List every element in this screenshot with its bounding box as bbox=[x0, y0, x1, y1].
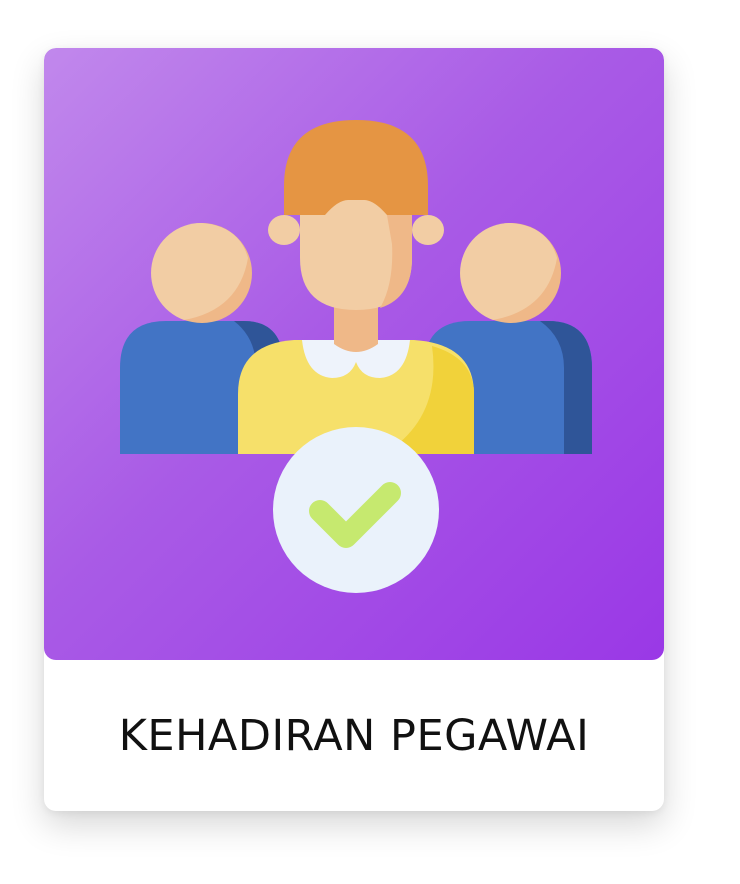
center-person-icon bbox=[238, 120, 474, 454]
employee-attendance-icon bbox=[120, 120, 592, 593]
employee-attendance-tile[interactable]: KEHADIRAN PEGAWAI bbox=[44, 48, 664, 811]
tile-label: KEHADIRAN PEGAWAI bbox=[118, 710, 590, 761]
tile-label-area: KEHADIRAN PEGAWAI bbox=[44, 660, 664, 811]
tile-banner bbox=[44, 48, 664, 660]
check-badge-icon bbox=[273, 427, 439, 593]
